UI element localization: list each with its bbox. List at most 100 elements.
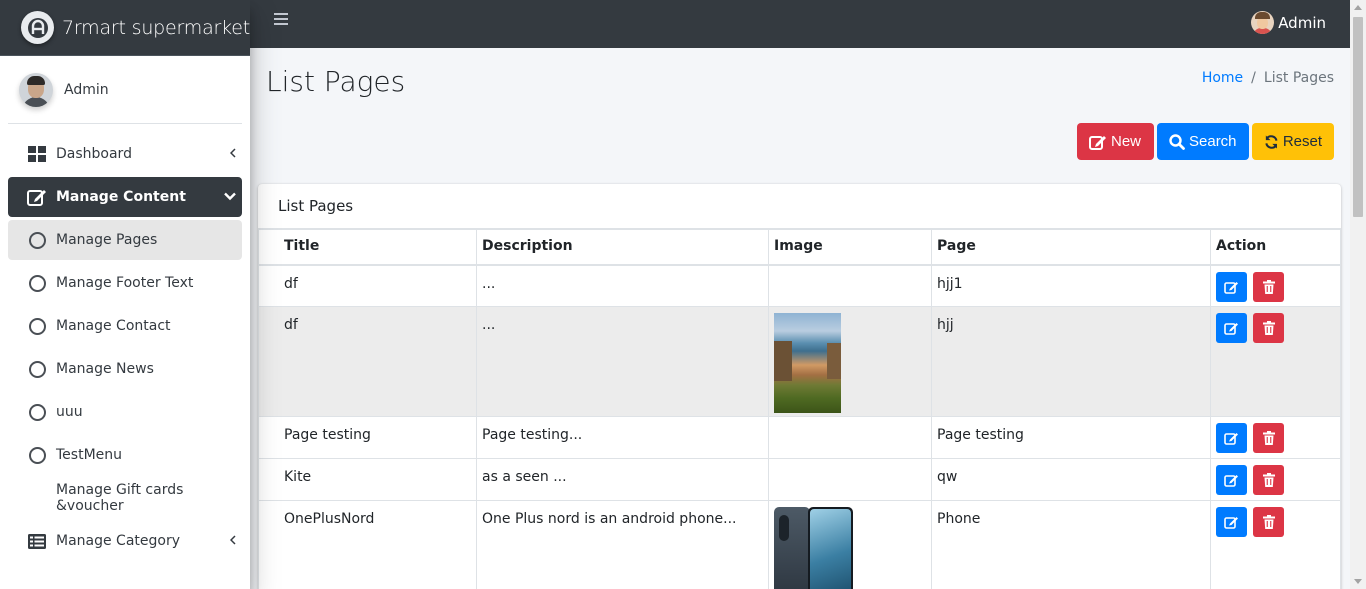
cell-title: df bbox=[258, 264, 477, 307]
circle-icon bbox=[27, 359, 47, 379]
sidebar-item-manage-category[interactable]: Manage Category bbox=[8, 521, 242, 561]
column-header-action: Action bbox=[1210, 229, 1341, 266]
trash-icon bbox=[1262, 279, 1275, 294]
action-buttons: New Search Reset bbox=[1077, 123, 1334, 160]
page-title: List Pages bbox=[266, 65, 406, 98]
cell-description: as a seen ... bbox=[476, 458, 769, 501]
edit-row-button[interactable] bbox=[1216, 423, 1247, 453]
card-title: List Pages bbox=[258, 184, 1341, 229]
edit-row-button[interactable] bbox=[1216, 313, 1247, 343]
sidebar-item-label: Manage Contact bbox=[56, 318, 171, 334]
sidebar-user-name[interactable]: Admin bbox=[64, 82, 109, 98]
column-header-page: Page bbox=[931, 229, 1211, 266]
breadcrumb-current: List Pages bbox=[1263, 70, 1334, 86]
cell-action bbox=[1210, 416, 1341, 459]
sidebar-item-label: Manage News bbox=[56, 361, 154, 377]
sidebar-item-testmenu[interactable]: TestMenu bbox=[8, 435, 242, 475]
table-row: Kite as a seen ... qw bbox=[258, 458, 1341, 501]
cell-title: Kite bbox=[258, 458, 477, 501]
chevron-down-icon bbox=[224, 189, 236, 205]
circle-icon bbox=[27, 230, 47, 250]
sidebar-item-label: TestMenu bbox=[56, 447, 123, 463]
brand-link[interactable]: 7rmart supermarket bbox=[0, 0, 250, 56]
beach-photo-thumbnail bbox=[774, 313, 841, 413]
trash-icon bbox=[1262, 431, 1275, 445]
new-button[interactable]: New bbox=[1077, 123, 1154, 160]
edit-icon bbox=[27, 187, 47, 207]
list-icon bbox=[27, 531, 47, 551]
delete-row-button[interactable] bbox=[1253, 313, 1284, 343]
breadcrumb-home-link[interactable]: Home bbox=[1202, 70, 1243, 86]
edit-icon bbox=[1224, 517, 1238, 529]
search-icon bbox=[1169, 133, 1185, 150]
edit-row-button[interactable] bbox=[1216, 271, 1247, 302]
breadcrumb-separator: / bbox=[1251, 70, 1256, 86]
top-navbar: Admin bbox=[250, 0, 1350, 48]
trash-icon bbox=[1262, 515, 1275, 529]
sidebar-item-label: uuu bbox=[56, 404, 83, 420]
sidebar-item-label: Manage Footer Text bbox=[56, 275, 194, 291]
scrollbar-thumb[interactable] bbox=[1353, 17, 1363, 217]
search-button-label: Search bbox=[1189, 133, 1237, 150]
sidebar-item-gift-cards[interactable]: Manage Gift cards &voucher bbox=[8, 478, 242, 518]
edit-row-button[interactable] bbox=[1216, 465, 1247, 495]
trash-icon bbox=[1262, 321, 1275, 335]
delete-row-button[interactable] bbox=[1253, 271, 1284, 302]
circle-icon bbox=[27, 402, 47, 422]
brand-logo-icon bbox=[21, 11, 54, 44]
dashboard-icon bbox=[27, 144, 47, 164]
top-user-menu[interactable]: Admin bbox=[1251, 11, 1326, 34]
sidebar-item-manage-news[interactable]: Manage News bbox=[8, 349, 242, 389]
reset-button[interactable]: Reset bbox=[1252, 123, 1334, 160]
table-row: OnePlusNord One Plus nord is an android … bbox=[258, 500, 1341, 589]
reset-button-label: Reset bbox=[1282, 133, 1322, 150]
phone-photo-thumbnail bbox=[774, 507, 853, 589]
list-pages-card: List Pages Title Description Image Page … bbox=[258, 184, 1341, 589]
table-header-row: Title Description Image Page Action bbox=[258, 229, 1341, 266]
angle-left-icon bbox=[229, 146, 236, 162]
table-row: df ... hjj bbox=[258, 306, 1341, 417]
cell-title: df bbox=[258, 306, 477, 417]
new-button-label: New bbox=[1111, 133, 1142, 150]
page-scrollbar[interactable] bbox=[1350, 0, 1366, 589]
sidebar-item-manage-pages[interactable]: Manage Pages bbox=[8, 220, 242, 260]
cell-action bbox=[1210, 500, 1341, 589]
brand-name: 7rmart supermarket bbox=[62, 16, 250, 39]
edit-icon bbox=[1224, 475, 1238, 487]
sidebar-item-label: Manage Pages bbox=[56, 232, 158, 248]
cell-description: ... bbox=[476, 306, 769, 417]
cell-page: Phone bbox=[931, 500, 1211, 589]
cell-page: Page testing bbox=[931, 416, 1211, 459]
top-user-name: Admin bbox=[1278, 13, 1326, 32]
column-header-title: Title bbox=[258, 229, 477, 266]
sidebar-item-manage-content[interactable]: Manage Content bbox=[8, 177, 242, 217]
edit-row-button[interactable] bbox=[1216, 507, 1247, 537]
search-button[interactable]: Search bbox=[1157, 123, 1249, 160]
cell-description: Page testing... bbox=[476, 416, 769, 459]
sync-icon bbox=[1265, 134, 1278, 149]
circle-icon bbox=[27, 316, 47, 336]
sidebar-item-uuu[interactable]: uuu bbox=[8, 392, 242, 432]
avatar bbox=[1251, 11, 1275, 34]
angle-left-icon bbox=[229, 533, 236, 549]
column-header-image: Image bbox=[768, 229, 932, 266]
trash-icon bbox=[1262, 473, 1275, 487]
delete-row-button[interactable] bbox=[1253, 507, 1284, 537]
cell-image bbox=[768, 500, 932, 589]
cell-image bbox=[768, 306, 932, 417]
hamburger-menu-icon[interactable] bbox=[274, 13, 288, 27]
avatar bbox=[19, 72, 53, 107]
sidebar-item-dashboard[interactable]: Dashboard bbox=[8, 134, 242, 174]
sidebar-item-manage-footer-text[interactable]: Manage Footer Text bbox=[8, 263, 242, 303]
sidebar-item-manage-contact[interactable]: Manage Contact bbox=[8, 306, 242, 346]
sidebar-item-label: Manage Category bbox=[56, 533, 181, 549]
scroll-up-arrow-icon[interactable] bbox=[1354, 5, 1362, 10]
breadcrumb: Home / List Pages bbox=[1202, 70, 1334, 86]
delete-row-button[interactable] bbox=[1253, 465, 1284, 495]
delete-row-button[interactable] bbox=[1253, 423, 1284, 453]
table-row: df ... hjj1 bbox=[258, 264, 1341, 307]
edit-icon bbox=[1089, 135, 1106, 150]
scroll-down-arrow-icon[interactable] bbox=[1354, 579, 1362, 584]
cell-image bbox=[768, 416, 932, 459]
cell-page: hjj bbox=[931, 306, 1211, 417]
